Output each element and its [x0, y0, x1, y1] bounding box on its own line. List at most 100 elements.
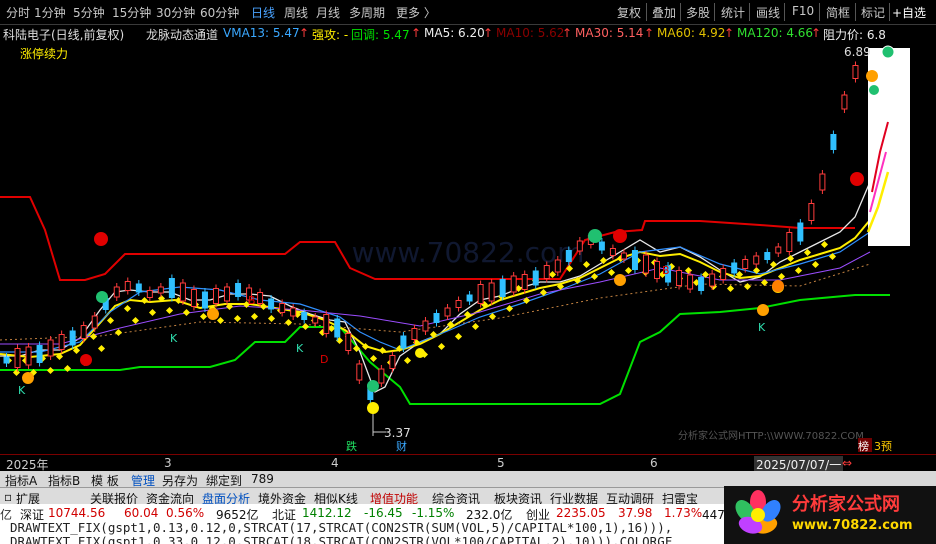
candle-body — [742, 259, 749, 269]
mark-button[interactable]: 标记 — [861, 4, 885, 21]
candle-body — [301, 312, 308, 320]
candle-body — [565, 250, 572, 262]
simple-frame-button[interactable]: 简框 — [826, 4, 850, 21]
stock-title: 科陆电子(日线,前复权) — [3, 28, 125, 42]
formula-code-line: DRAWTEXT_FIX(gspt1,0.13,0.12,0,STRCAT(17… — [10, 520, 673, 535]
candle-body — [356, 363, 363, 381]
period-tab-more[interactable]: 更多 〉 — [396, 4, 436, 21]
candle-body — [25, 346, 32, 366]
marker-d: D — [320, 353, 328, 366]
band-dot — [743, 282, 752, 291]
period-tab-weekly[interactable]: 周线 — [284, 4, 308, 21]
x-axis-label: 4 — [331, 456, 339, 470]
candlestick-chart[interactable]: www.70822.com 涨停续力 6.89 3.37 分析家公式网HTTP:… — [0, 42, 936, 454]
candle-body — [764, 252, 771, 260]
band-dot — [820, 240, 829, 249]
candle-body — [124, 281, 131, 291]
band-dot — [437, 342, 446, 351]
toolbar-divider — [714, 3, 715, 21]
band-dot — [259, 302, 268, 311]
pullback-value: 回调: 5.47 — [351, 28, 410, 42]
logo-title: 分析家公式网 — [792, 494, 900, 515]
toolbar-divider — [819, 3, 820, 21]
period-tab-multi[interactable]: 多周期 — [349, 4, 385, 21]
candle-body — [14, 348, 21, 368]
period-tab-60min[interactable]: 60分钟 — [200, 4, 239, 21]
multi-stock-button[interactable]: 多股 — [686, 4, 710, 21]
marker-k: K — [170, 332, 178, 345]
pin-icon: ▫ — [4, 490, 13, 504]
marker-yuyu: 3预 — [874, 440, 892, 453]
up-arrow-icon: ↑ — [644, 26, 655, 40]
candle-body — [135, 283, 142, 293]
marker-bang: 榜 — [858, 439, 869, 453]
band-dot — [811, 260, 820, 269]
logo-url: www.70822.com — [792, 518, 913, 533]
period-tab-15min[interactable]: 15分钟 — [112, 4, 151, 21]
add-watchlist-button[interactable]: +自选 — [892, 4, 926, 21]
candle-body — [477, 284, 484, 304]
band-dot — [769, 260, 778, 269]
toolbar-divider — [646, 3, 647, 21]
band-dot — [590, 272, 599, 281]
band-dot — [403, 356, 412, 365]
band-dot — [267, 314, 276, 323]
candle-body — [69, 330, 76, 346]
candle-body — [543, 265, 550, 279]
marker-chevron-icon — [757, 304, 769, 316]
marker-ju-icon — [613, 229, 627, 243]
marker-yellow-dot — [367, 402, 379, 414]
formula-code-line: DRAWTEXT_FIX(gspt1,0.33,0.12,0,STRCAT(18… — [10, 534, 673, 544]
ma120-value: MA120: 4.66 — [737, 26, 814, 40]
band-dot — [471, 322, 480, 331]
period-tab-fenshi[interactable]: 分时 — [6, 4, 30, 21]
candle-body — [433, 313, 440, 323]
candle-body — [532, 270, 539, 286]
candle-body — [224, 286, 231, 302]
double-arrow-icon[interactable]: ⇔ — [842, 456, 852, 470]
marker-ju-icon — [94, 232, 108, 246]
marker-chevron-icon — [207, 308, 219, 320]
resistance-value: 阻力价: 6.8 — [823, 28, 886, 42]
candle-body — [168, 278, 175, 298]
period-tab-5min[interactable]: 5分钟 — [73, 4, 105, 21]
candle-body — [268, 298, 275, 310]
candle-body — [290, 307, 297, 317]
candle-body — [212, 288, 219, 304]
candle-body — [80, 325, 87, 339]
band-dot — [114, 328, 123, 337]
candle-body — [576, 240, 583, 252]
candle-body — [36, 345, 43, 363]
marker-b: B — [662, 264, 670, 277]
period-tab-30min[interactable]: 30分钟 — [156, 4, 195, 21]
statistics-button[interactable]: 统计 — [721, 4, 745, 21]
band-dot — [131, 316, 140, 325]
period-tab-monthly[interactable]: 月线 — [316, 4, 340, 21]
band-dot — [250, 312, 259, 321]
toolbar-divider — [680, 3, 681, 21]
candle-body — [444, 307, 451, 317]
f10-button[interactable]: F10 — [792, 4, 814, 18]
marker-check-icon — [588, 229, 602, 243]
candle-body — [146, 290, 153, 298]
candle-body — [422, 320, 429, 332]
marker-zhuang-icon — [96, 291, 108, 303]
signal-label: 涨停续力 — [20, 46, 68, 61]
period-tab-1min[interactable]: 1分钟 — [34, 4, 66, 21]
restore-right-button[interactable]: 复权 — [617, 4, 641, 21]
candle-body — [157, 286, 164, 294]
toolbar-divider — [889, 3, 890, 21]
candle-body — [631, 250, 638, 270]
shenzhen-value: 10744.56 — [48, 506, 106, 520]
candle-body — [411, 328, 418, 340]
draw-line-button[interactable]: 画线 — [756, 4, 780, 21]
candle-body — [720, 268, 727, 280]
tab-789[interactable]: 789 — [251, 472, 274, 486]
overlay-button[interactable]: 叠加 — [652, 4, 676, 21]
check-badge-icon — [881, 45, 895, 59]
beizheng-change: -16.45 — [364, 506, 403, 520]
candle-body — [455, 300, 462, 308]
ma10-value: MA10: 5.62 — [496, 26, 565, 40]
period-tab-daily[interactable]: 日线 — [251, 4, 275, 21]
watermark-text: 分析家公式网HTTP:\\WWW.70822.COM — [678, 429, 864, 442]
